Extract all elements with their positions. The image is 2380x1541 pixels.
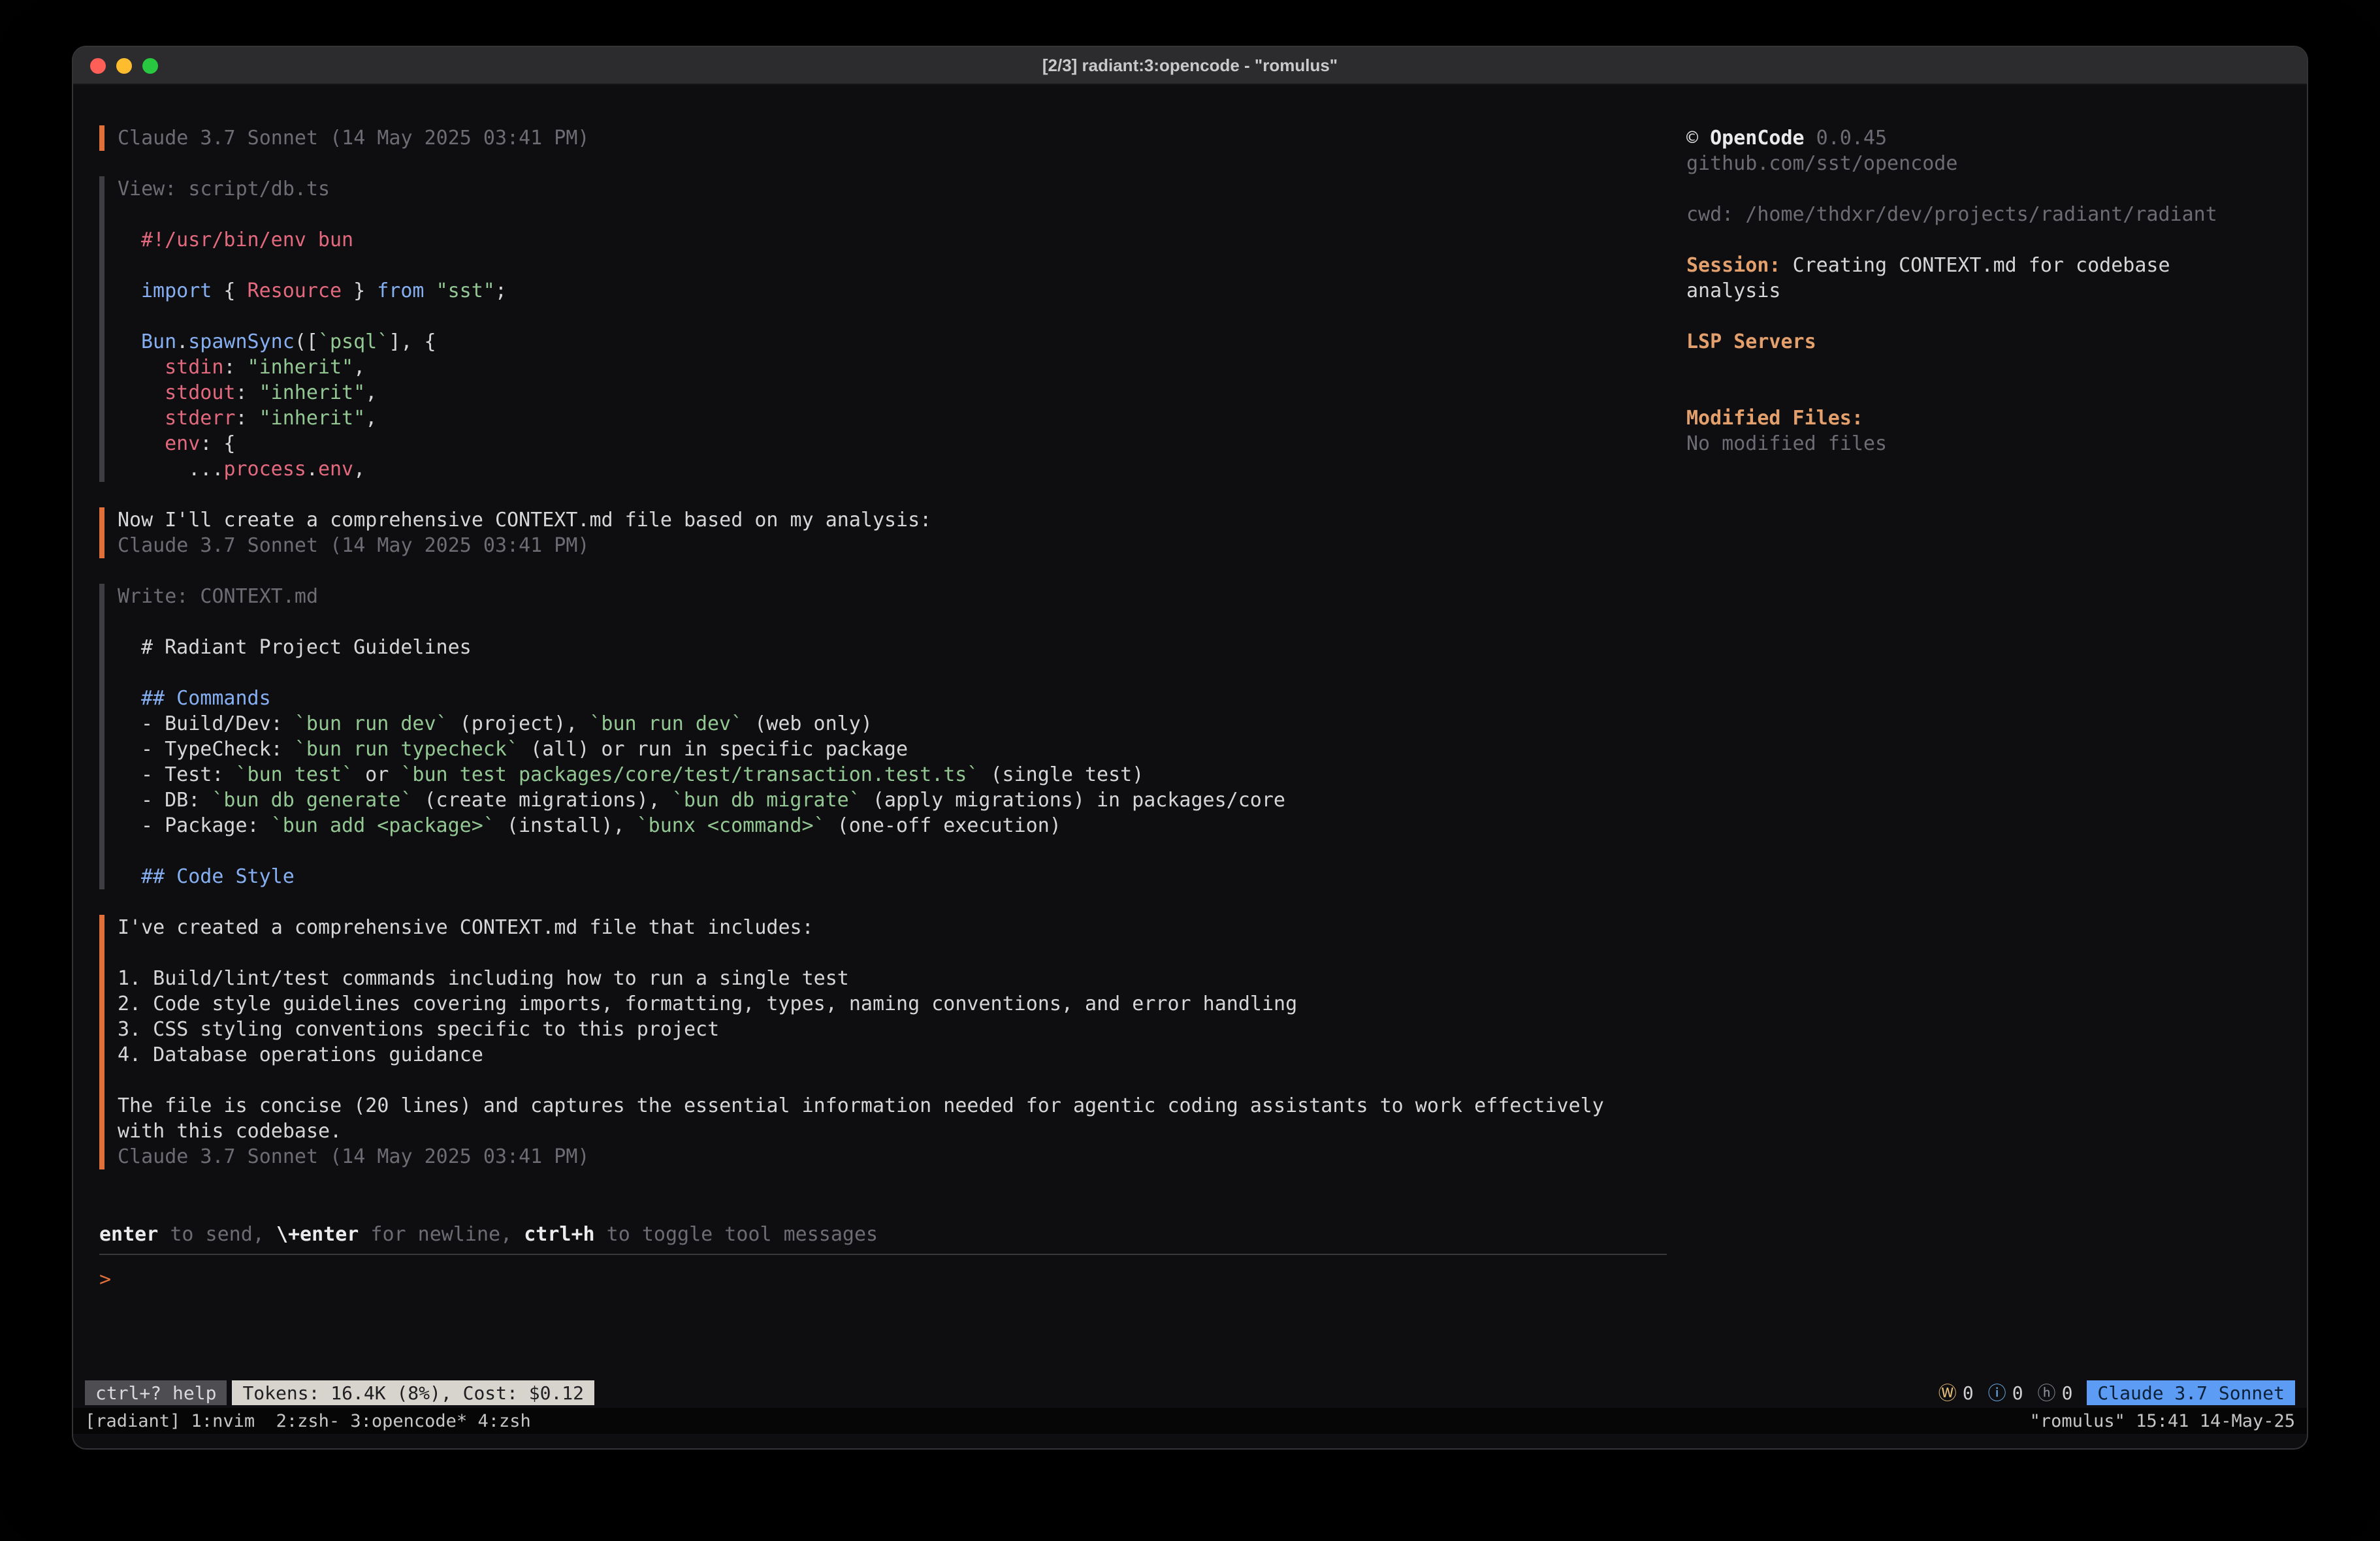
- markdown-line: - TypeCheck: `bun run typecheck` (all) o…: [141, 737, 1667, 762]
- model-timestamp: Claude 3.7 Sonnet (14 May 2025 03:41 PM): [118, 1144, 1667, 1169]
- status-bar: ctrl+? help Tokens: 16.4K (8%), Cost: $0…: [73, 1378, 2307, 1408]
- model-timestamp: Claude 3.7 Sonnet (14 May 2025 03:41 PM): [118, 533, 1667, 558]
- traffic-lights: [90, 47, 158, 85]
- assistant-message-meta: Claude 3.7 Sonnet (14 May 2025 03:41 PM): [99, 125, 1667, 151]
- tool-call-write: Write: CONTEXT.md # Radiant Project Guid…: [99, 584, 1667, 889]
- message-text: 4. Database operations guidance: [118, 1042, 1667, 1068]
- message-text: 3. CSS styling conventions specific to t…: [118, 1017, 1667, 1042]
- diagnostic-hints: ⓗ0: [2038, 1380, 2073, 1406]
- markdown-line: ## Commands: [141, 686, 1667, 711]
- code-block: #!/usr/bin/env bun import { Resource } f…: [118, 227, 1667, 482]
- close-button[interactable]: [90, 58, 106, 74]
- cwd-path: cwd: /home/thdxr/dev/projects/radiant/ra…: [1686, 202, 2281, 227]
- blank-line: [1686, 176, 2281, 202]
- message-text: 1. Build/lint/test commands including ho…: [118, 966, 1667, 991]
- warning-icon: Ⓦ: [1938, 1380, 1957, 1406]
- session-label: Session:: [1686, 254, 1793, 277]
- markdown-line: - Test: `bun test` or `bun test packages…: [141, 762, 1667, 787]
- tool-call-view: View: script/db.ts #!/usr/bin/env bun im…: [99, 176, 1667, 482]
- markdown-line: - Package: `bun add <package>` (install)…: [141, 813, 1667, 838]
- minimize-button[interactable]: [116, 58, 132, 74]
- message-text: The file is concise (20 lines) and captu…: [118, 1093, 1667, 1119]
- code-line: stdin: "inherit",: [141, 355, 1667, 380]
- diagnostic-warnings: Ⓦ0: [1938, 1380, 1974, 1406]
- window-titlebar: [2/3] radiant:3:opencode - "romulus": [73, 47, 2307, 85]
- tool-title: Write: CONTEXT.md: [118, 584, 1667, 609]
- hint-count: 0: [2062, 1380, 2073, 1406]
- message-text: 2. Code style guidelines covering import…: [118, 991, 1667, 1017]
- message-text: Now I'll create a comprehensive CONTEXT.…: [118, 507, 1667, 533]
- copyright-icon: ©: [1686, 127, 1710, 150]
- help-shortcut-chip[interactable]: ctrl+? help: [85, 1380, 227, 1405]
- window-title: [2/3] radiant:3:opencode - "romulus": [1042, 56, 1338, 76]
- info-count: 0: [2012, 1380, 2023, 1406]
- blank-line: [1686, 227, 2281, 253]
- blank-line: [1686, 355, 2281, 380]
- assistant-message: I've created a comprehensive CONTEXT.md …: [99, 915, 1667, 1169]
- status-right: Ⓦ0 ⓘ0 ⓗ0 Claude 3.7 Sonnet: [1938, 1380, 2295, 1406]
- status-left: ctrl+? help Tokens: 16.4K (8%), Cost: $0…: [85, 1380, 594, 1405]
- code-line: import { Resource } from "sst";: [141, 278, 1667, 304]
- markdown-line: - DB: `bun db generate` (create migratio…: [141, 787, 1667, 813]
- markdown-line: - Build/Dev: `bun run dev` (project), `b…: [141, 711, 1667, 737]
- code-line: ...process.env,: [141, 456, 1667, 482]
- tokens-cost-chip: Tokens: 16.4K (8%), Cost: $0.12: [232, 1380, 594, 1405]
- modified-files-header: Modified Files:: [1686, 405, 2281, 431]
- tmux-host-clock: "romulus" 15:41 14-May-25: [2030, 1408, 2295, 1434]
- blank-line: [118, 940, 1667, 966]
- message-text: with this codebase.: [118, 1119, 1667, 1144]
- tmux-status-bar: [radiant] 1:nvim 2:zsh- 3:opencode* 4:zs…: [73, 1408, 2307, 1434]
- diagnostic-info: ⓘ0: [1988, 1380, 2023, 1406]
- repo-url: github.com/sst/opencode: [1686, 151, 2281, 176]
- brand-line: © OpenCode 0.0.45: [1686, 125, 2281, 151]
- blank-line: [118, 1068, 1667, 1093]
- blank-line: [118, 202, 1667, 227]
- content-row: Claude 3.7 Sonnet (14 May 2025 03:41 PM)…: [73, 86, 2307, 1378]
- markdown-line: ## Code Style: [141, 864, 1667, 889]
- assistant-message: Now I'll create a comprehensive CONTEXT.…: [99, 507, 1667, 558]
- terminal-content: Claude 3.7 Sonnet (14 May 2025 03:41 PM)…: [73, 86, 2307, 1448]
- code-line: #!/usr/bin/env bun: [141, 227, 1667, 253]
- code-line: [141, 304, 1667, 329]
- info-icon: ⓘ: [1988, 1380, 2006, 1406]
- warning-count: 0: [1963, 1380, 1974, 1406]
- terminal-window: [2/3] radiant:3:opencode - "romulus" Cla…: [73, 47, 2307, 1448]
- markdown-line: [141, 660, 1667, 686]
- hint-icon: ⓗ: [2038, 1380, 2056, 1406]
- brand-name: OpenCode: [1710, 127, 1805, 150]
- model-timestamp: Claude 3.7 Sonnet (14 May 2025 03:41 PM): [118, 125, 1667, 151]
- info-sidebar: © OpenCode 0.0.45 github.com/sst/opencod…: [1686, 125, 2307, 1378]
- message-text: I've created a comprehensive CONTEXT.md …: [118, 915, 1667, 940]
- code-line: env: {: [141, 431, 1667, 456]
- tmux-session-windows[interactable]: [radiant] 1:nvim 2:zsh- 3:opencode* 4:zs…: [85, 1408, 531, 1434]
- code-line: [141, 253, 1667, 278]
- zoom-button[interactable]: [142, 58, 158, 74]
- chat-pane: Claude 3.7 Sonnet (14 May 2025 03:41 PM)…: [99, 125, 1686, 1378]
- code-line: stderr: "inherit",: [141, 405, 1667, 431]
- markdown-block: # Radiant Project Guidelines ## Commands…: [118, 635, 1667, 889]
- markdown-line: [141, 838, 1667, 864]
- input-hints: enter to send, \+enter for newline, ctrl…: [99, 1222, 1667, 1247]
- lsp-servers-header: LSP Servers: [1686, 329, 2281, 355]
- session-title: Session: Creating CONTEXT.md for codebas…: [1686, 253, 2228, 304]
- blank-line: [1686, 304, 2281, 329]
- tool-title: View: script/db.ts: [118, 176, 1667, 202]
- blank-line: [118, 609, 1667, 635]
- markdown-line: # Radiant Project Guidelines: [141, 635, 1667, 660]
- prompt-symbol: >: [99, 1268, 111, 1291]
- code-line: stdout: "inherit",: [141, 380, 1667, 405]
- brand-version: 0.0.45: [1805, 127, 1887, 150]
- code-line: Bun.spawnSync([`psql`], {: [141, 329, 1667, 355]
- modified-files-empty: No modified files: [1686, 431, 2281, 456]
- message-input[interactable]: >: [99, 1254, 1667, 1378]
- model-chip[interactable]: Claude 3.7 Sonnet: [2087, 1380, 2295, 1405]
- blank-line: [1686, 380, 2281, 405]
